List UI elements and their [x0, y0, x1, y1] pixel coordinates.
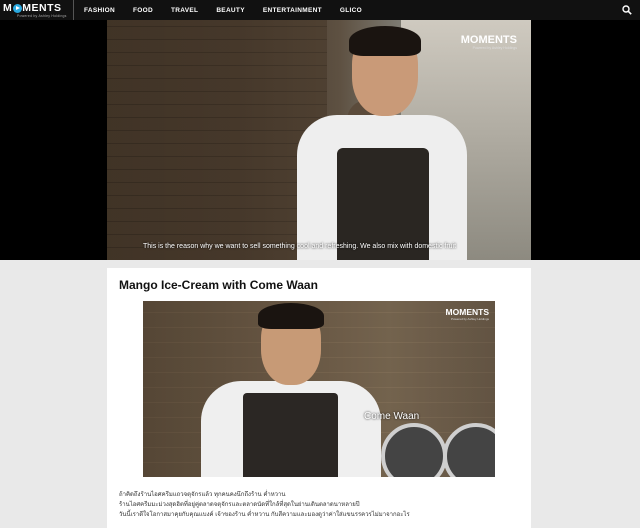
- nav-item-entertainment[interactable]: ENTERTAINMENT: [263, 7, 322, 14]
- nav-item-beauty[interactable]: BEAUTY: [216, 7, 245, 14]
- hero-watermark-text: MOMENTS: [460, 34, 517, 46]
- hero-video[interactable]: MOMENTS Powered by Ashley Holdings This …: [107, 20, 531, 260]
- top-nav-bar: M MENTS Powered by Ashley Holdings FASHIO…: [0, 0, 640, 20]
- nav-item-glico[interactable]: GLICO: [340, 7, 362, 14]
- video-subtitle: This is the reason why we want to sell s…: [143, 243, 457, 250]
- body-line: ถ้าคิดถึงร้านไอศครีมแถวจตุจักรแล้ว ทุกคน…: [119, 492, 286, 498]
- article-title: Mango Ice-Cream with Come Waan: [119, 278, 318, 292]
- article-photo[interactable]: MOMENTS Powered by Ashley Holdings Come …: [143, 301, 495, 477]
- search-icon[interactable]: [622, 5, 632, 15]
- logo-wordmark: M MENTS: [3, 1, 62, 14]
- body-line: ร้านไอศครีมมะม่วงสุดฮิตที่อยู่คู่ตลาดจตุ…: [119, 502, 360, 508]
- hero-watermark: MOMENTS Powered by Ashley Holdings: [461, 34, 517, 50]
- photo-hair: [258, 303, 324, 329]
- article-card: Mango Ice-Cream with Come Waan MOMENTS P…: [107, 268, 531, 528]
- hero-person: [297, 26, 467, 260]
- photo-caption: Come Waan: [364, 411, 420, 422]
- body-line: วันนี้เราดีใจโอกาสมาคุยกับคุณแบงค์ เจ้าข…: [119, 512, 410, 518]
- nav-item-fashion[interactable]: FASHION: [84, 7, 115, 14]
- nav-item-travel[interactable]: TRAVEL: [171, 7, 198, 14]
- article-body: ถ้าคิดถึงร้านไอศครีมแถวจตุจักรแล้ว ทุกคน…: [119, 490, 519, 520]
- hero-watermark-sub: Powered by Ashley Holdings: [472, 46, 517, 50]
- photo-watermark: MOMENTS Powered by Ashley Holdings: [446, 307, 489, 321]
- photo-watermark-sub: Powered by Ashley Holdings: [450, 317, 489, 321]
- site-logo[interactable]: M MENTS Powered by Ashley Holdings: [0, 0, 74, 20]
- photo-apron: [243, 393, 338, 477]
- photo-watermark-text: MOMENTS: [445, 307, 489, 317]
- logo-play-icon: [12, 3, 22, 13]
- main-nav: FASHION FOOD TRAVEL BEAUTY ENTERTAINMENT…: [84, 7, 380, 14]
- hero-background-wall: [107, 20, 327, 260]
- hero-video-container: MOMENTS Powered by Ashley Holdings This …: [0, 20, 640, 260]
- hero-hair: [349, 26, 421, 56]
- nav-item-food[interactable]: FOOD: [133, 7, 153, 14]
- logo-tagline: Powered by Ashley Holdings: [17, 13, 67, 18]
